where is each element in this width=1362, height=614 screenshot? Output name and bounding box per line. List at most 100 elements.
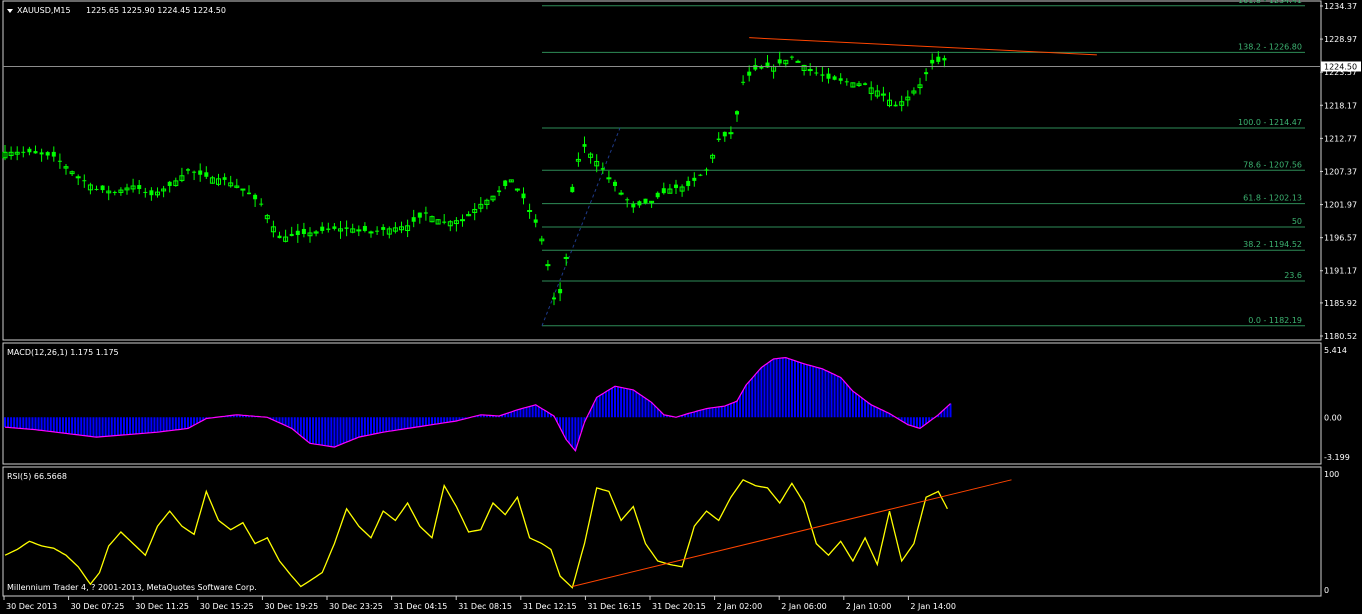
fib-level-label: 61.8 - 1202.13 [1243, 194, 1302, 203]
rsi-axis: 100 0 [1324, 470, 1339, 595]
time-axis-label: 31 Dec 20:15 [652, 602, 706, 611]
price-axis: 1234.371228.971223.571218.171212.771207.… [1320, 2, 1361, 341]
macd-signal-line [4, 356, 951, 453]
candle-body-bear [643, 198, 648, 204]
macd-axis-label: 5.414 [1324, 346, 1347, 355]
candle-body-bear [924, 72, 929, 75]
price-axis-label: 1191.17 [1324, 267, 1357, 276]
candle-body-bear [820, 74, 825, 76]
time-axis-label: 30 Dec 11:25 [135, 602, 189, 611]
candle-body-bear [613, 181, 617, 186]
candle-body-bull [807, 69, 813, 72]
candle-body-bear [82, 180, 87, 182]
time-axis-label: 31 Dec 04:15 [394, 602, 448, 611]
candle-body-bear [198, 170, 203, 175]
rsi-panel-border [2, 466, 1322, 597]
rsi-support-trendline[interactable] [572, 479, 1012, 588]
ohlc-values: 1225.65 1225.90 1224.45 1224.50 [86, 6, 226, 15]
candle-body-bull [75, 176, 81, 179]
candle-body-bull [527, 209, 533, 212]
candle-body-bear [826, 73, 831, 79]
candle-body-bear [253, 194, 258, 200]
fibonacci-retracement[interactable]: 0.0 - 1182.19 23.6 38.2 - 1194.52 50 61.8 - … [541, 0, 1305, 327]
candle-body-bear [753, 65, 758, 70]
candle-body-bear [844, 81, 849, 83]
candle-body-bear [167, 181, 172, 186]
candle-body-bull [795, 60, 801, 63]
candle-body-bear [655, 192, 660, 198]
fib-level-label: 23.6 [1284, 271, 1302, 280]
price-axis-label: 1201.97 [1324, 201, 1357, 210]
candle-body-bear [936, 56, 941, 62]
candle-body-bear [521, 193, 526, 199]
macd-panel[interactable] [4, 356, 952, 453]
candle-body-bear [533, 219, 538, 223]
candle-body-bear [289, 233, 294, 237]
time-axis-label: 30 Dec 07:25 [71, 602, 125, 611]
candle-body-bear [686, 180, 691, 186]
candle-body-bear [192, 171, 197, 173]
symbol-label: XAUUSD,M15 [17, 6, 71, 15]
time-axis-label: 2 Jan 10:00 [846, 602, 892, 611]
candle-body-bear [332, 226, 337, 229]
dropdown-arrow-icon[interactable] [7, 9, 13, 13]
candle-body-bear [777, 59, 782, 64]
candle-body-bear [503, 180, 508, 186]
candle-body-bear [814, 72, 819, 74]
candlestick-series [2, 51, 947, 306]
candle-body-bear [698, 174, 703, 176]
macd-axis-label: -3.199 [1324, 453, 1350, 462]
time-axis: 30 Dec 2013 30 Dec 07:25 30 Dec 11:25 30 De… [3, 596, 956, 611]
candle-body-bear [692, 177, 697, 181]
price-panel[interactable]: 0.0 - 1182.19 23.6 38.2 - 1194.52 50 61.8 - … [2, 0, 1320, 327]
price-axis-label: 1234.37 [1324, 2, 1357, 11]
time-axis-label: 30 Dec 19:25 [264, 602, 318, 611]
candle-body-bear [375, 230, 380, 232]
candle-body-bear [137, 185, 142, 190]
candle-body-bear [57, 160, 62, 162]
candle-body-bear [45, 152, 50, 156]
time-axis-label: 2 Jan 02:00 [717, 602, 763, 611]
time-axis-label: 31 Dec 08:15 [458, 602, 512, 611]
candle-body-bear [674, 184, 678, 189]
price-axis-label: 1180.52 [1324, 332, 1357, 341]
candle-body-bear [716, 138, 721, 141]
fib-level-label: 38.2 - 1194.52 [1243, 240, 1302, 249]
time-axis-label: 30 Dec 2013 [6, 602, 57, 611]
candle-body-bear [661, 188, 666, 194]
rsi-panel[interactable] [4, 478, 1012, 589]
candle-body-bear [204, 172, 209, 177]
candle-body-bull [514, 188, 520, 191]
current-price-label: 1224.50 [1324, 62, 1357, 71]
time-axis-label: 31 Dec 12:15 [523, 602, 577, 611]
time-axis-label: 2 Jan 14:00 [910, 602, 956, 611]
candle-body-bear [942, 58, 947, 61]
candle-body-bear [741, 81, 746, 83]
copyright-text: Millennium Trader 4, ? 2001-2013, MetaQu… [7, 583, 257, 592]
candle-body-bear [277, 235, 282, 239]
candle-body-bull [240, 188, 246, 191]
candle-body-bear [94, 188, 99, 190]
candle-body-bear [582, 144, 587, 147]
price-axis-label: 1212.77 [1324, 134, 1357, 143]
candle-body-bull [460, 219, 465, 222]
candle-body-bear [930, 59, 935, 64]
candle-body-bear [832, 76, 837, 80]
candle-body-bear [39, 152, 44, 155]
candle-body-bear [558, 288, 563, 294]
candle-body-bear [552, 297, 556, 300]
fib-level-label: 138.2 - 1226.80 [1238, 42, 1302, 51]
candle-body-bear [51, 151, 56, 157]
candle-body-bear [747, 71, 752, 76]
candle-body-bear [247, 192, 251, 195]
candle-body-bear [442, 221, 447, 223]
fib-level-label: 50 [1292, 217, 1302, 226]
macd-panel-border [2, 342, 1322, 465]
rsi-line [4, 478, 948, 589]
candle-body-bear [186, 169, 190, 171]
price-axis-label: 1207.37 [1324, 167, 1357, 176]
candle-body-bull [368, 231, 374, 234]
fib-level-label: 78.6 - 1207.56 [1243, 160, 1302, 169]
trading-chart-window: 0.0 - 1182.19 23.6 38.2 - 1194.52 50 61.8 - … [2, 0, 1361, 611]
candle-body-bear [863, 83, 868, 85]
